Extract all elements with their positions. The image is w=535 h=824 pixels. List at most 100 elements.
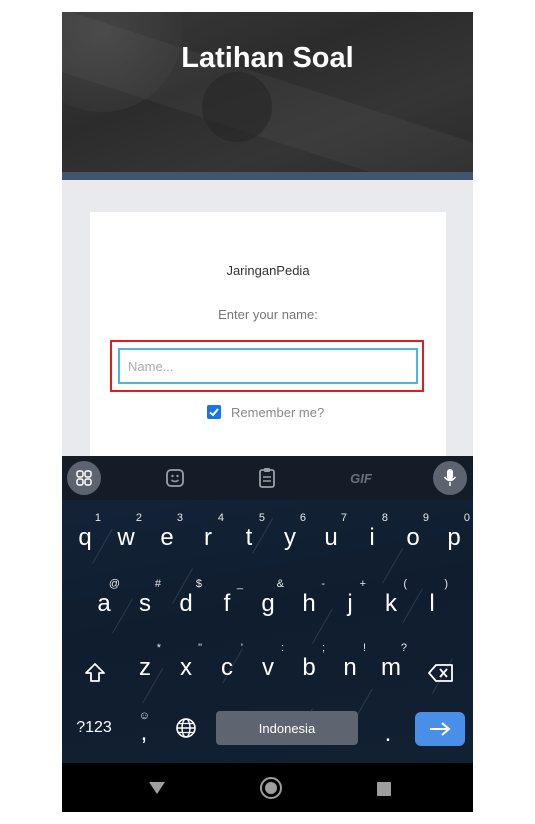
key-hint: "	[198, 642, 202, 654]
key-r[interactable]: 4r	[188, 512, 228, 560]
gif-icon[interactable]: GIF	[341, 461, 381, 495]
key-label: s	[139, 590, 151, 617]
key-hint: 6	[299, 512, 306, 524]
key-label: d	[179, 590, 193, 617]
key-hint: (	[403, 578, 407, 590]
app-screen: Latihan Soal JaringanPedia Enter your na…	[62, 12, 473, 812]
key-p[interactable]: 0p	[434, 512, 473, 560]
key-l[interactable]: ) l	[412, 578, 452, 626]
key-hint: @	[108, 578, 120, 590]
key-label: a	[97, 590, 111, 617]
globe-icon	[176, 718, 196, 738]
key-label: z	[139, 654, 151, 681]
key-label: m	[381, 654, 401, 681]
check-icon	[209, 408, 219, 417]
key-hint: &	[276, 578, 284, 590]
key-s[interactable]: # s	[125, 578, 165, 626]
period-key[interactable]: .	[368, 708, 408, 756]
key-b[interactable]: ; b	[289, 642, 329, 690]
key-g[interactable]: & g	[248, 578, 288, 626]
key-hint: 8	[381, 512, 388, 524]
key-o[interactable]: 9o	[393, 512, 433, 560]
backspace-icon	[428, 664, 453, 682]
key-label: t	[245, 524, 253, 551]
key-label: v	[262, 654, 274, 681]
remember-me-label: Remember me?	[231, 404, 325, 420]
key-q[interactable]: 1q	[65, 512, 105, 560]
apps-grid-icon[interactable]	[67, 461, 101, 495]
clipboard-icon[interactable]	[250, 461, 284, 495]
recents-icon[interactable]	[376, 781, 392, 797]
comma-key[interactable]: ☺ ,	[126, 707, 162, 755]
key-label: h	[302, 590, 316, 617]
key-hint: 2	[135, 512, 142, 524]
home-icon[interactable]	[259, 776, 283, 800]
arrow-right-icon	[430, 722, 451, 736]
key-w[interactable]: 2w	[106, 512, 146, 560]
page-title: Latihan Soal	[181, 42, 354, 74]
key-j[interactable]: + j	[330, 578, 370, 626]
key-label: u	[324, 524, 338, 551]
key-hint: '	[240, 642, 243, 654]
key-label: o	[406, 524, 420, 551]
symbols-key[interactable]: ?123	[68, 714, 120, 762]
backspace-key[interactable]	[421, 649, 461, 697]
keyboard-toolbar: GIF	[62, 456, 473, 500]
key-x[interactable]: " x	[166, 642, 206, 690]
mic-icon[interactable]	[433, 461, 467, 495]
key-t[interactable]: 5t	[229, 512, 269, 560]
key-label: p	[447, 524, 461, 551]
key-d[interactable]: $ d	[166, 578, 206, 626]
key-e[interactable]: 3e	[147, 512, 187, 560]
key-h[interactable]: -h	[289, 578, 329, 626]
key-y[interactable]: 6y	[270, 512, 310, 560]
key-v[interactable]: :v	[248, 642, 288, 690]
key-z[interactable]: * z	[125, 642, 165, 690]
key-label: j	[347, 590, 353, 617]
key-hint: 4	[217, 512, 224, 524]
key-hint: +	[359, 578, 366, 590]
key-label: y	[284, 524, 296, 551]
brand-name: JaringanPedia	[226, 263, 310, 278]
soft-keyboard: GIF ?123 ☺ , Indonesia . 1 q 2 w 3 e 4 r…	[62, 456, 473, 763]
key-n[interactable]: ! n	[330, 642, 370, 690]
remember-me-row[interactable]: Remember me?	[207, 403, 324, 421]
key-hint: :	[280, 642, 284, 654]
key-hint: *	[156, 642, 161, 654]
shift-key[interactable]	[75, 649, 115, 697]
login-card: JaringanPedia Enter your name: Remember …	[90, 212, 446, 472]
key-label: e	[160, 524, 174, 551]
key-hint: 3	[176, 512, 183, 524]
key-a[interactable]: @ a	[84, 578, 124, 626]
key-label: q	[78, 524, 92, 551]
key-label: l	[429, 590, 435, 617]
back-icon[interactable]	[148, 781, 166, 795]
space-key[interactable]: Indonesia	[216, 711, 358, 745]
key-c[interactable]: ' c	[207, 642, 247, 690]
system-nav-bar	[62, 763, 473, 812]
key-label: r	[204, 524, 212, 551]
sticker-icon[interactable]	[158, 461, 192, 495]
key-f[interactable]: _ f	[207, 578, 247, 626]
key-label: w	[117, 524, 135, 551]
key-m[interactable]: ? m	[371, 642, 411, 690]
key-hint: #	[154, 578, 161, 590]
shift-icon	[85, 663, 105, 682]
key-hint: 9	[422, 512, 429, 524]
key-k[interactable]: (k	[371, 578, 411, 626]
key-hint: _	[236, 578, 243, 590]
enter-key[interactable]	[415, 712, 465, 746]
key-i[interactable]: 8i	[352, 512, 392, 560]
remember-me-checkbox[interactable]	[207, 405, 221, 419]
key-label: g	[261, 590, 275, 617]
key-hint: !	[362, 642, 366, 654]
key-hint: 5	[258, 512, 265, 524]
header-banner: Latihan Soal	[62, 12, 473, 172]
decorative-circle-small	[202, 72, 272, 142]
key-hint: -	[321, 578, 325, 590]
key-hint: 1	[94, 512, 101, 524]
name-input[interactable]	[118, 348, 418, 384]
key-hint: 0	[463, 512, 470, 524]
language-key[interactable]	[166, 712, 206, 760]
key-u[interactable]: 7u	[311, 512, 351, 560]
